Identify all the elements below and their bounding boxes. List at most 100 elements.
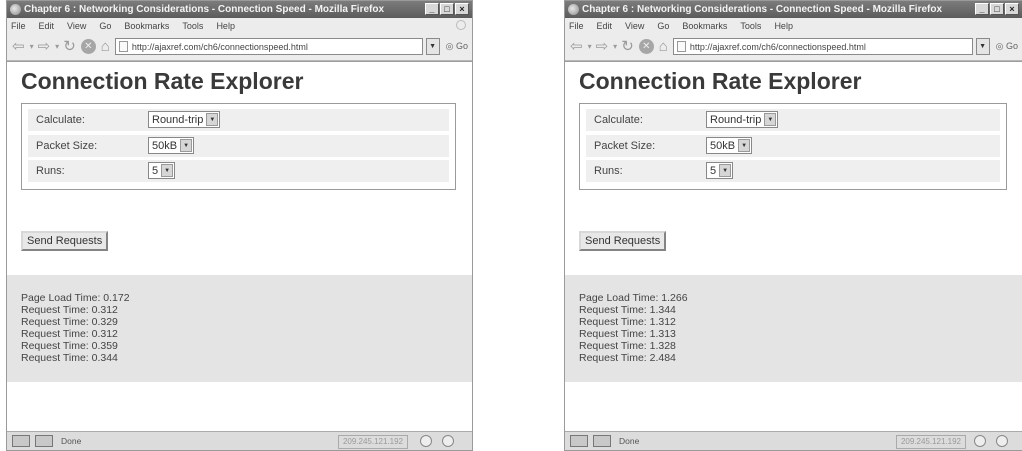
page-content: Connection Rate Explorer Calculate: Roun… [565,61,1022,435]
go-label: Go [455,41,468,51]
result-line: Page Load Time: 0.172 [21,292,130,304]
dropdown-arrow-icon[interactable]: ▼ [738,139,751,152]
close-button[interactable]: × [1005,3,1019,15]
menu-edit[interactable]: Edit [39,21,55,31]
browser-window-right: Chapter 6 : Networking Considerations - … [564,0,1022,451]
menu-edit[interactable]: Edit [597,21,613,31]
url-dropdown-button[interactable]: ▼ [975,38,990,55]
maximize-button[interactable]: □ [440,3,454,15]
minimize-button[interactable]: _ [425,3,439,15]
home-icon[interactable]: ⌂ [659,39,668,54]
menu-view[interactable]: View [625,21,644,31]
packet-size-select[interactable]: 50kB ▼ [706,137,753,154]
menu-tools[interactable]: Tools [740,21,761,31]
result-line: Request Time: 0.312 [21,328,118,340]
reload-icon[interactable]: ↻ [63,39,76,54]
menu-go[interactable]: Go [99,21,111,31]
runs-select[interactable]: 5 ▼ [706,162,734,179]
menu-help[interactable]: Help [774,21,793,31]
close-button[interactable]: × [455,3,469,15]
result-line: Request Time: 1.344 [579,304,676,316]
throbber-icon [456,20,466,30]
title-bar: Chapter 6 : Networking Considerations - … [7,1,472,18]
packet-size-value: 50kB [152,139,178,152]
result-line: Page Load Time: 1.266 [579,292,688,304]
back-arrow-icon[interactable]: ⇦ [12,39,25,54]
settings-form: Calculate: Round-trip ▼ Packet Size: 50k… [21,103,456,190]
dropdown-arrow-icon[interactable]: ▼ [161,164,174,177]
window-title: Chapter 6 : Networking Considerations - … [24,4,385,15]
url-dropdown-button[interactable]: ▼ [425,38,440,55]
menu-bar: File Edit View Go Bookmarks Tools Help [7,18,472,33]
url-text: http://ajaxref.com/ch6/connectionspeed.h… [689,41,866,52]
menu-go[interactable]: Go [657,21,669,31]
menu-help[interactable]: Help [216,21,235,31]
menu-bookmarks[interactable]: Bookmarks [124,21,169,31]
forward-arrow-icon[interactable]: ⇨ [38,39,51,54]
security-icon[interactable] [420,435,432,447]
firefox-icon [568,4,579,15]
calculate-value: Round-trip [152,113,204,126]
minimize-button[interactable]: _ [975,3,989,15]
back-arrow-icon[interactable]: ⇦ [570,39,583,54]
calculate-select[interactable]: Round-trip ▼ [148,111,221,128]
stop-icon[interactable]: ✕ [638,39,654,54]
menu-file[interactable]: File [569,21,584,31]
console-icon[interactable] [12,435,30,447]
results-panel: Page Load Time: 1.266 Request Time: 1.34… [565,275,1022,382]
menu-view[interactable]: View [67,21,86,31]
results-panel: Page Load Time: 0.172 Request Time: 0.31… [7,275,472,382]
menu-file[interactable]: File [11,21,26,31]
settings-icon[interactable] [442,435,454,447]
form-row-runs: Runs: 5 ▼ [586,160,1000,182]
send-requests-button[interactable]: Send Requests [21,231,109,251]
dropdown-arrow-icon[interactable]: ▼ [180,139,193,152]
console-icon[interactable] [570,435,588,447]
menu-bookmarks[interactable]: Bookmarks [682,21,727,31]
form-row-packet-size: Packet Size: 50kB ▼ [586,135,1000,157]
form-row-runs: Runs: 5 ▼ [28,160,449,182]
reload-icon[interactable]: ↻ [621,39,634,54]
ip-address: 209.245.121.192 [895,435,966,449]
page-content: Connection Rate Explorer Calculate: Roun… [7,61,472,435]
settings-form: Calculate: Round-trip ▼ Packet Size: 50k… [579,103,1007,190]
result-line: Request Time: 2.484 [579,352,676,364]
runs-select[interactable]: 5 ▼ [148,162,176,179]
maximize-button[interactable]: □ [990,3,1004,15]
menu-tools[interactable]: Tools [182,21,203,31]
send-requests-button[interactable]: Send Requests [579,231,667,251]
inspector-icon[interactable] [35,435,53,447]
window-title: Chapter 6 : Networking Considerations - … [582,4,943,15]
go-button[interactable]: ◎ Go [446,41,468,52]
forward-arrow-icon[interactable]: ⇨ [596,39,609,54]
browser-window-left: Chapter 6 : Networking Considerations - … [6,0,473,451]
go-button[interactable]: ◎ Go [996,41,1018,52]
result-line: Request Time: 1.328 [579,340,676,352]
result-line: Request Time: 1.313 [579,328,676,340]
packet-size-select[interactable]: 50kB ▼ [148,137,195,154]
chevron-down-icon[interactable]: ▾ [55,42,59,51]
address-bar[interactable]: http://ajaxref.com/ch6/connectionspeed.h… [672,38,973,55]
security-icon[interactable] [974,435,986,447]
address-bar[interactable]: http://ajaxref.com/ch6/connectionspeed.h… [114,38,423,55]
stop-icon[interactable]: ✕ [80,39,96,54]
go-label: Go [1005,41,1018,51]
ip-address: 209.245.121.192 [337,435,408,449]
page-title: Connection Rate Explorer [21,68,304,94]
result-line: Request Time: 0.312 [21,304,118,316]
page-icon [118,41,128,52]
calculate-select[interactable]: Round-trip ▼ [706,111,779,128]
calculate-label: Calculate: [594,114,643,126]
chevron-down-icon[interactable]: ▾ [588,42,592,51]
runs-label: Runs: [594,165,623,177]
inspector-icon[interactable] [593,435,611,447]
chevron-down-icon[interactable]: ▾ [30,42,34,51]
calculate-value: Round-trip [710,113,762,126]
dropdown-arrow-icon[interactable]: ▼ [764,113,777,126]
dropdown-arrow-icon[interactable]: ▼ [719,164,732,177]
settings-icon[interactable] [996,435,1008,447]
dropdown-arrow-icon[interactable]: ▼ [206,113,219,126]
chevron-down-icon[interactable]: ▾ [613,42,617,51]
home-icon[interactable]: ⌂ [101,39,110,54]
page-icon [676,41,686,52]
